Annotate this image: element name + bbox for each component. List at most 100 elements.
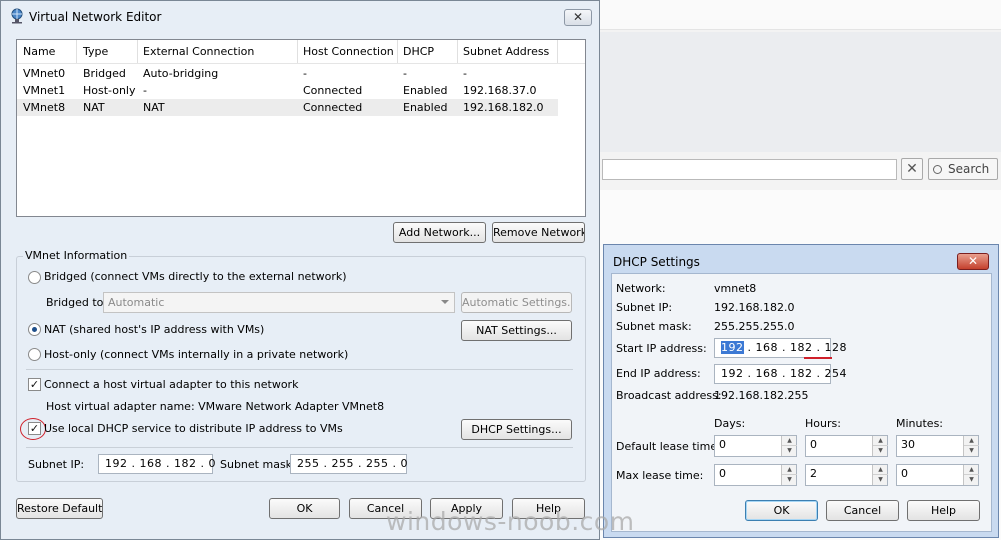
column-header-name[interactable]: Name [23, 45, 55, 58]
column-header-subnet[interactable]: Subnet Address [463, 45, 549, 58]
chevron-up-icon[interactable]: ▲ [873, 436, 888, 446]
stepper-value: 0 [901, 467, 908, 480]
stepper-value: 0 [719, 467, 726, 480]
subnet-ip-input[interactable]: 192 . 168 . 182 . 0 [98, 454, 215, 474]
use-dhcp-label: Use local DHCP service to distribute IP … [44, 422, 343, 435]
stepper-arrows[interactable]: ▲ ▼ [963, 436, 979, 456]
stepper-arrows[interactable]: ▲ ▼ [872, 465, 888, 485]
background-search-input[interactable] [602, 159, 897, 180]
chevron-down-icon[interactable]: ▼ [782, 446, 797, 456]
table-row-selected[interactable]: VMnet8 NAT NAT Connected Enabled 192.168… [17, 99, 558, 116]
chevron-down-icon[interactable]: ▼ [964, 446, 979, 456]
dhcp-settings-button[interactable]: DHCP Settings... [461, 419, 572, 440]
column-header-dhcp[interactable]: DHCP [403, 45, 434, 58]
chevron-up-icon[interactable]: ▲ [964, 436, 979, 446]
connect-adapter-label: Connect a host virtual adapter to this n… [44, 378, 299, 391]
host-only-radio[interactable] [28, 348, 41, 361]
search-button[interactable]: Search [928, 158, 998, 180]
chevron-up-icon[interactable]: ▲ [782, 436, 797, 446]
default-lease-minutes-stepper[interactable]: 30 ▲ ▼ [896, 435, 979, 457]
column-header-external[interactable]: External Connection [143, 45, 254, 58]
start-ip-input[interactable]: 192 . 168 . 182 . 128 [714, 338, 847, 358]
remove-network-button[interactable]: Remove Network [492, 222, 585, 243]
window-title: Virtual Network Editor [29, 10, 162, 24]
max-lease-days-stepper[interactable]: 0 ▲ ▼ [714, 464, 797, 486]
network-value: vmnet8 [714, 282, 757, 295]
add-network-button[interactable]: Add Network... [393, 222, 486, 243]
background-toolbar [600, 0, 1001, 30]
watermark: windows-noob.com [386, 507, 635, 536]
stepper-value: 0 [719, 438, 726, 451]
restore-default-button[interactable]: Restore Default [16, 498, 103, 519]
chevron-down-icon[interactable]: ▼ [964, 475, 979, 485]
minutes-label: Minutes: [896, 417, 944, 430]
close-icon: ✕ [906, 161, 918, 177]
network-list[interactable]: Name Type External Connection Host Conne… [16, 39, 586, 217]
table-row[interactable]: VMnet1 Host-only - Connected Enabled 192… [17, 82, 558, 99]
max-lease-hours-stepper[interactable]: 2 ▲ ▼ [805, 464, 888, 486]
network-globe-icon [11, 8, 23, 24]
chevron-up-icon[interactable]: ▲ [782, 465, 797, 475]
column-divider[interactable] [137, 40, 138, 63]
chevron-down-icon[interactable]: ▼ [782, 475, 797, 485]
bridged-to-value: Automatic [108, 296, 165, 309]
row-subnet: - [463, 67, 467, 80]
bridged-to-label: Bridged to: [46, 296, 108, 309]
subnet-ip-label: Subnet IP: [28, 458, 85, 471]
row-dhcp: Enabled [403, 101, 448, 114]
column-header-type[interactable]: Type [83, 45, 108, 58]
start-ip-octet-2: 168 [755, 341, 778, 354]
stepper-arrows[interactable]: ▲ ▼ [963, 465, 979, 485]
dhcp-ok-button[interactable]: OK [745, 500, 818, 521]
row-external: NAT [143, 101, 165, 114]
default-lease-days-stepper[interactable]: 0 ▲ ▼ [714, 435, 797, 457]
chevron-up-icon[interactable]: ▲ [873, 465, 888, 475]
column-divider[interactable] [76, 40, 77, 63]
list-header: Name Type External Connection Host Conne… [17, 40, 585, 64]
dhcp-subnet-mask-label: Subnet mask: [616, 320, 692, 333]
default-lease-hours-stepper[interactable]: 0 ▲ ▼ [805, 435, 888, 457]
nat-settings-button[interactable]: NAT Settings... [461, 320, 572, 341]
column-header-host[interactable]: Host Connection [303, 45, 394, 58]
start-ip-octet-4: 128 [824, 341, 847, 354]
close-button[interactable]: ✕ [957, 253, 989, 270]
start-ip-octet-1: 192 [721, 341, 744, 354]
ok-button[interactable]: OK [269, 498, 340, 519]
row-subnet: 192.168.37.0 [463, 84, 537, 97]
hours-label: Hours: [805, 417, 841, 430]
end-ip-input[interactable]: 192 . 168 . 182 . 254 [714, 364, 846, 384]
chevron-down-icon[interactable]: ▼ [873, 475, 888, 485]
row-dhcp: - [403, 67, 407, 80]
row-host: - [303, 67, 307, 80]
column-divider[interactable] [457, 40, 458, 63]
dhcp-subnet-ip-value: 192.168.182.0 [714, 301, 795, 314]
divider [26, 447, 573, 448]
row-name: VMnet8 [23, 101, 66, 114]
close-button[interactable]: ✕ [564, 9, 592, 26]
annotation-circle [20, 418, 46, 440]
chevron-down-icon[interactable]: ▼ [873, 446, 888, 456]
nat-radio[interactable] [28, 323, 41, 336]
stepper-value: 0 [810, 438, 817, 451]
column-divider[interactable] [557, 40, 558, 63]
automatic-settings-button[interactable]: Automatic Settings... [461, 292, 572, 313]
stepper-arrows[interactable]: ▲ ▼ [781, 465, 797, 485]
bridged-radio[interactable] [28, 271, 41, 284]
chevron-up-icon[interactable]: ▲ [964, 465, 979, 475]
clear-search-button[interactable]: ✕ [901, 158, 923, 180]
column-divider[interactable] [397, 40, 398, 63]
subnet-mask-input[interactable]: 255 . 255 . 255 . 0 [290, 454, 407, 474]
table-row[interactable]: VMnet0 Bridged Auto-bridging - - - [17, 65, 558, 82]
dhcp-cancel-button[interactable]: Cancel [826, 500, 899, 521]
stepper-arrows[interactable]: ▲ ▼ [872, 436, 888, 456]
stepper-arrows[interactable]: ▲ ▼ [781, 436, 797, 456]
connect-adapter-checkbox[interactable]: ✓ [28, 378, 41, 391]
dialog-title: DHCP Settings [613, 255, 700, 269]
column-divider[interactable] [297, 40, 298, 63]
dhcp-help-button[interactable]: Help [907, 500, 980, 521]
bridged-to-select[interactable]: Automatic [103, 292, 455, 313]
host-only-label: Host-only (connect VMs internally in a p… [44, 348, 349, 361]
row-subnet: 192.168.182.0 [463, 101, 544, 114]
close-icon: ✕ [967, 254, 979, 268]
max-lease-minutes-stepper[interactable]: 0 ▲ ▼ [896, 464, 979, 486]
